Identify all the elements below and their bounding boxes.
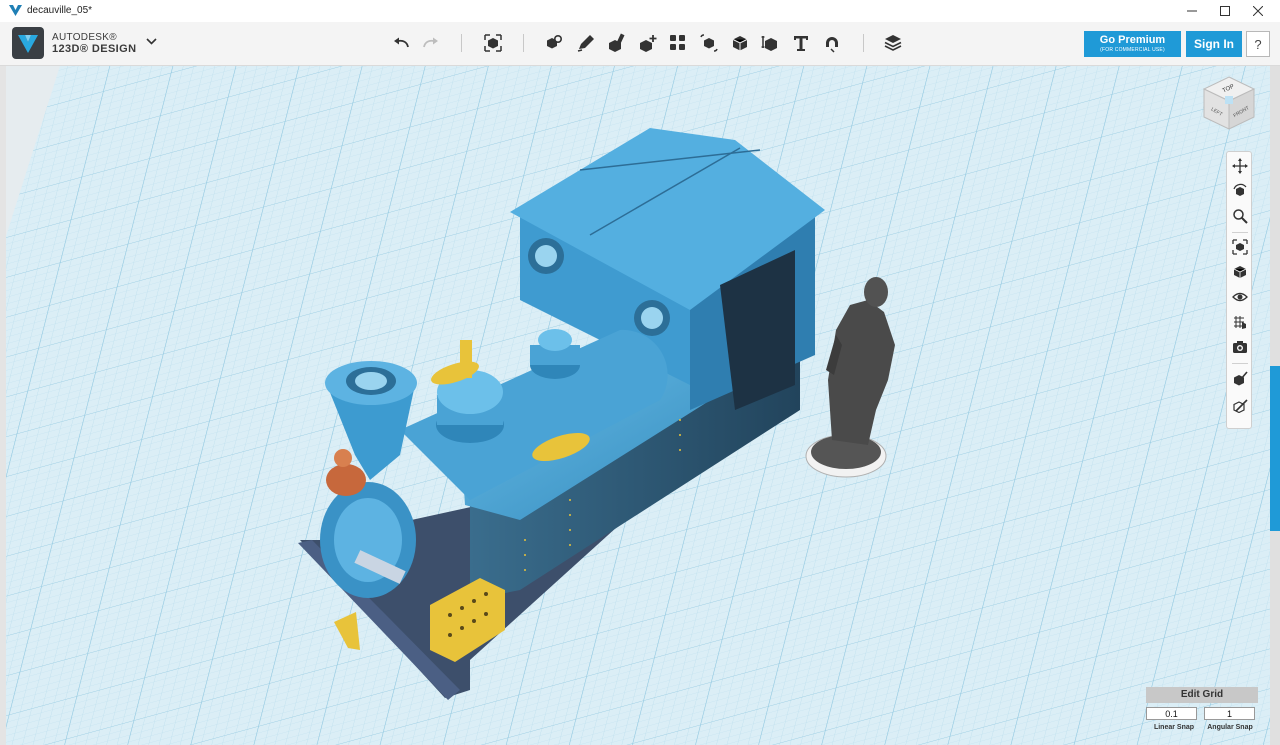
close-icon (1253, 6, 1263, 16)
shaded-cube-icon (1233, 266, 1247, 278)
transform-button[interactable] (481, 31, 505, 55)
wrench-cube-icon (1233, 399, 1248, 413)
linear-snap-label: Linear Snap (1153, 724, 1195, 731)
linear-snap-input[interactable]: 0.1 (1146, 707, 1197, 720)
maximize-button[interactable] (1208, 0, 1242, 22)
view-style-button[interactable] (1230, 262, 1250, 282)
premium-sublabel: (FOR COMMERCIAL USE) (1100, 47, 1165, 53)
grid-toggle-button[interactable] (1230, 312, 1250, 332)
material-button[interactable] (1230, 368, 1250, 388)
main-toolbar: AUTODESK® 123D® DESIGN Go Premium (FOR C… (0, 22, 1280, 66)
zoom-magnifier-icon (1233, 209, 1248, 224)
chevron-down-icon[interactable] (146, 38, 157, 45)
combine-button[interactable] (728, 31, 752, 55)
redo-button[interactable] (419, 31, 443, 55)
snap-button[interactable] (820, 31, 844, 55)
toolbar-divider (461, 34, 462, 52)
redo-icon (423, 37, 438, 48)
brand-name: AUTODESK® (52, 32, 117, 43)
snap-magnet-icon (826, 37, 838, 53)
material-brush-icon (1234, 371, 1248, 386)
modify-icon (640, 35, 657, 52)
zoom-button[interactable] (1230, 206, 1250, 226)
orbit-button[interactable] (1230, 181, 1250, 201)
measure-icon (761, 36, 777, 51)
3d-viewport[interactable] (0, 66, 1280, 745)
construct-button[interactable] (605, 31, 629, 55)
primitives-icon (547, 35, 562, 49)
sketch-pencil-icon (577, 35, 594, 52)
pattern-icon (670, 35, 685, 50)
window-titlebar: decauville_05* (0, 0, 1280, 23)
close-button[interactable] (1241, 0, 1275, 22)
grouping-icon (700, 34, 718, 52)
view-cube[interactable]: TOP LEFT FRONT (1198, 73, 1260, 135)
help-button[interactable]: ? (1246, 31, 1270, 57)
screenshot-button[interactable] (1230, 337, 1250, 357)
outline-button[interactable] (1230, 395, 1250, 415)
fit-selected-button[interactable] (1230, 237, 1250, 257)
undo-button[interactable] (389, 31, 413, 55)
go-premium-button[interactable]: Go Premium (FOR COMMERCIAL USE) (1084, 31, 1181, 57)
toolbar-divider (863, 34, 864, 52)
app-logo-icon (9, 5, 22, 16)
eye-icon (1232, 292, 1248, 302)
modify-button[interactable] (636, 31, 660, 55)
edit-grid-button[interactable]: Edit Grid (1146, 687, 1258, 703)
undo-icon (394, 37, 409, 48)
left-panel-edge (0, 66, 6, 745)
materials-button[interactable] (881, 31, 905, 55)
orbit-icon (1233, 183, 1247, 196)
pan-icon (1232, 158, 1248, 174)
edit-grid-panel: Edit Grid 0.1 1 Linear Snap Angular Snap (1146, 687, 1258, 735)
minimize-button[interactable] (1175, 0, 1209, 22)
navigation-panel (1226, 151, 1252, 429)
measure-button[interactable] (758, 31, 782, 55)
nav-divider (1232, 232, 1248, 233)
camera-icon (1233, 341, 1247, 353)
angular-snap-label: Angular Snap (1207, 724, 1253, 731)
grouping-button[interactable] (697, 31, 721, 55)
angular-snap-input[interactable]: 1 (1204, 707, 1255, 720)
layers-icon (884, 35, 902, 51)
transform-icon (484, 34, 502, 52)
toolbar-divider (523, 34, 524, 52)
pattern-button[interactable] (666, 31, 690, 55)
visibility-button[interactable] (1230, 287, 1250, 307)
right-panel-edge (1270, 66, 1280, 745)
pan-button[interactable] (1230, 156, 1250, 176)
construct-icon (609, 33, 625, 52)
side-panel-handle[interactable] (1270, 366, 1280, 531)
product-name: 123D® DESIGN (52, 43, 137, 55)
window-title: decauville_05* (27, 5, 93, 16)
primitives-button[interactable] (542, 31, 566, 55)
sign-in-button[interactable]: Sign In (1186, 31, 1242, 57)
premium-label: Go Premium (1099, 34, 1166, 46)
minimize-icon (1187, 10, 1197, 12)
text-button[interactable] (789, 31, 813, 55)
fit-icon (1232, 239, 1248, 255)
sketch-button[interactable] (574, 31, 598, 55)
maximize-icon (1220, 6, 1230, 16)
grid-icon (1234, 316, 1246, 329)
app-logo[interactable] (12, 27, 44, 59)
combine-icon (732, 36, 748, 51)
text-icon (794, 36, 808, 51)
nav-divider (1232, 363, 1248, 364)
